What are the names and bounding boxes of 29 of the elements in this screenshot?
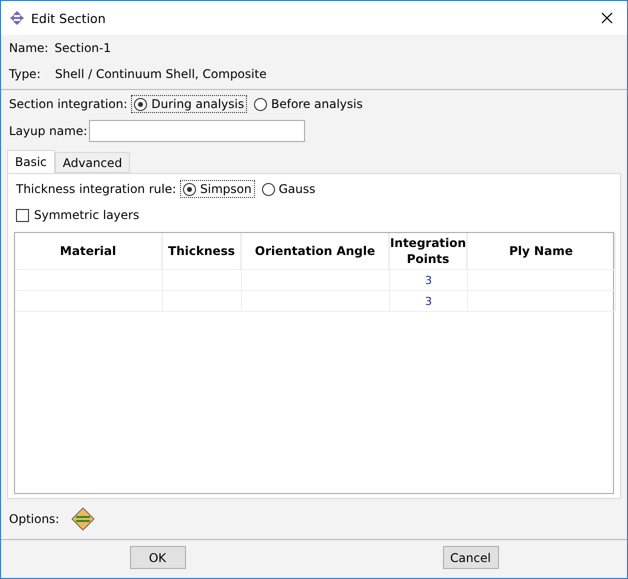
tab[interactable]: Basic <box>7 150 55 173</box>
table-cell: 3 <box>390 270 468 291</box>
layup-name-label: Layup name: <box>9 124 88 138</box>
layers-icon <box>71 507 96 531</box>
close-icon <box>601 12 613 24</box>
column-header: Material <box>15 233 163 270</box>
layup-name-field[interactable] <box>89 120 306 142</box>
radio-button[interactable]: Before analysis <box>251 95 366 113</box>
type-label: Type: <box>9 67 42 81</box>
section-integration-label: Section integration: <box>9 97 128 111</box>
table-cell: 3 <box>390 291 468 312</box>
column-header: Ply Name <box>468 233 616 270</box>
window-title: Edit Section <box>31 10 107 26</box>
radio-button[interactable]: During analysis <box>131 95 248 113</box>
radio-button[interactable]: Simpson <box>180 180 255 198</box>
column-header: Orientation Angle <box>242 233 390 270</box>
column-header: Integration Points <box>390 233 468 270</box>
symmetric-layers-checkbox[interactable]: Symmetric layers <box>16 208 140 222</box>
radio-button[interactable]: Gauss <box>258 180 318 198</box>
dialog-button[interactable]: Cancel <box>442 546 498 569</box>
column-header: Thickness <box>163 233 242 270</box>
options-label: Options: <box>9 512 60 526</box>
name-value: Section-1 <box>54 41 112 55</box>
tab[interactable]: Advanced <box>54 152 130 173</box>
name-label: Name: <box>9 41 48 55</box>
thickness-rule-label: Thickness integration rule: <box>16 182 176 196</box>
type-value: Shell / Continuum Shell, Composite <box>55 67 267 81</box>
dialog-button[interactable]: OK <box>130 546 186 569</box>
app-icon <box>9 10 25 26</box>
